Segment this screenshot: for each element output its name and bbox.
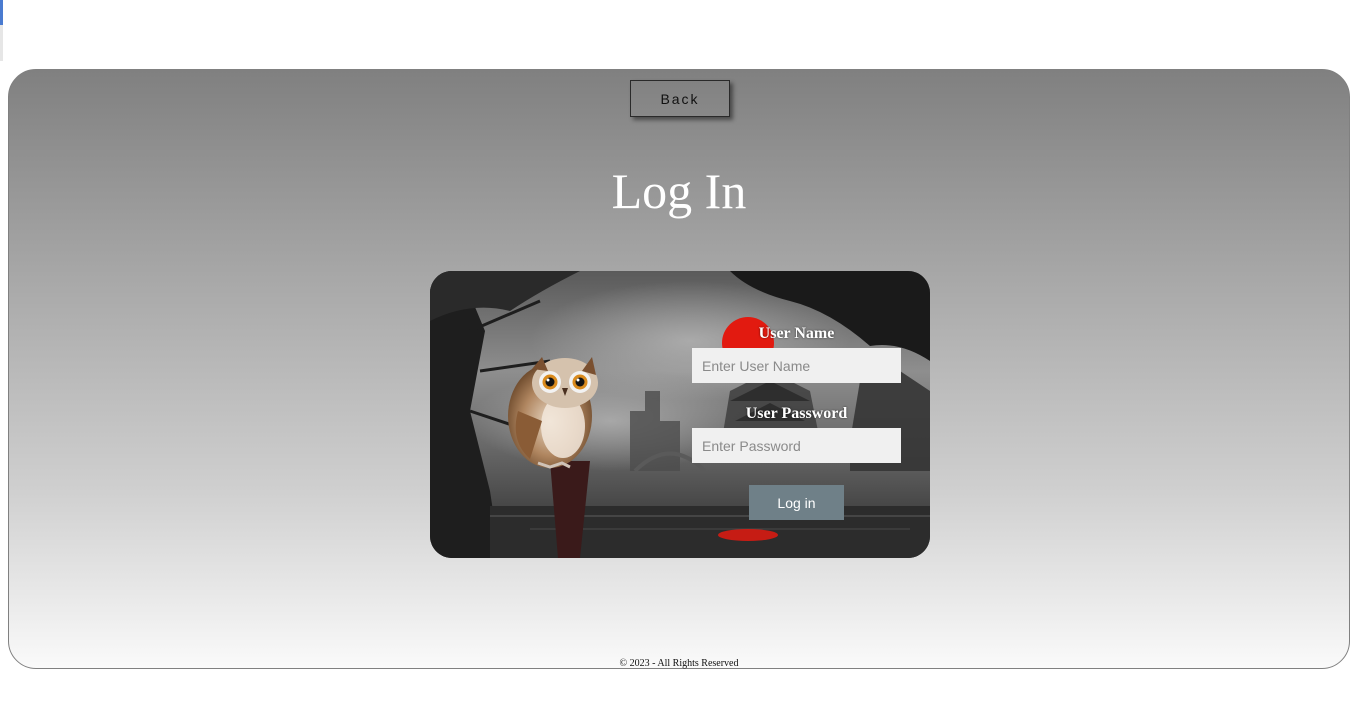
page-title: Log In	[611, 163, 747, 219]
back-button[interactable]: Back	[630, 80, 730, 117]
corner-accent-lower	[0, 25, 3, 61]
password-input[interactable]	[692, 428, 901, 463]
corner-accent	[0, 0, 3, 25]
footer-copyright: © 2023 - All Rights Reserved	[619, 658, 739, 669]
login-card: User Name User Password Log in	[430, 271, 930, 558]
username-label: User Name	[758, 325, 835, 342]
main-panel: Back Log In User Name Enter User Name Us…	[8, 69, 1350, 669]
username-input[interactable]	[692, 348, 901, 383]
login-button[interactable]: Log in	[749, 485, 844, 520]
password-label: User Password	[745, 405, 848, 422]
